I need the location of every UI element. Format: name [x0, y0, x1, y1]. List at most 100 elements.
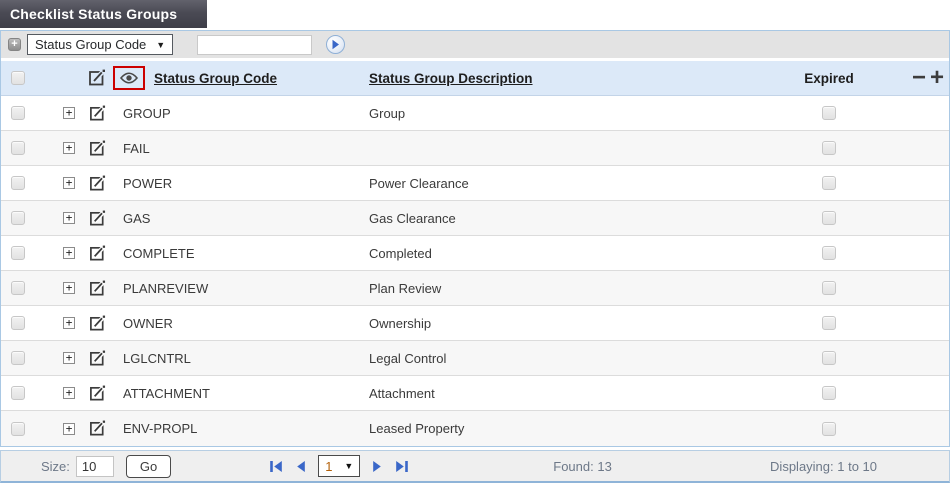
row-select-checkbox[interactable] — [11, 141, 25, 155]
edit-icon[interactable] — [89, 350, 106, 367]
run-search-button[interactable] — [326, 35, 346, 54]
displaying-range: Displaying: 1 to 10 — [770, 458, 877, 474]
first-page-icon[interactable] — [269, 460, 283, 473]
go-button[interactable]: Go — [125, 454, 172, 478]
row-select-checkbox[interactable] — [11, 421, 25, 436]
table-row: + GROUP Group — [1, 96, 949, 131]
add-filter-icon[interactable]: + — [8, 38, 21, 51]
expired-checkbox[interactable] — [822, 316, 836, 330]
expand-row-icon[interactable]: + — [63, 212, 75, 224]
expand-row-icon[interactable]: + — [63, 282, 75, 294]
data-panel: + Status Group Code ▼ Status Group Code … — [0, 30, 950, 447]
edit-icon[interactable] — [89, 140, 106, 157]
edit-icon[interactable] — [89, 385, 106, 402]
eye-highlight-box[interactable] — [113, 66, 145, 90]
row-select-checkbox[interactable] — [11, 211, 25, 225]
expand-row-icon[interactable]: + — [63, 352, 75, 364]
filter-bar: + Status Group Code ▼ — [1, 31, 949, 58]
expired-checkbox[interactable] — [822, 246, 836, 260]
page-select-caret-icon: ▼ — [344, 461, 354, 471]
status-group-description-cell: Gas Clearance — [369, 210, 456, 226]
last-page-icon[interactable] — [395, 460, 409, 473]
status-group-code-cell: ENV-PROPL — [123, 421, 198, 436]
expand-row-icon[interactable]: + — [63, 422, 75, 435]
filter-field-select[interactable]: Status Group Code ▼ — [27, 34, 174, 55]
status-group-code-cell: FAIL — [123, 140, 150, 156]
status-group-code-cell: POWER — [123, 175, 173, 191]
expand-row-icon[interactable]: + — [63, 387, 75, 399]
status-group-description-cell: Completed — [369, 245, 432, 261]
dropdown-caret-icon: ▼ — [156, 39, 166, 50]
expired-checkbox[interactable] — [822, 211, 836, 225]
column-header-expired: Expired — [804, 70, 854, 86]
table-body: + GROUP Group + FAIL + POWER Power Clear… — [1, 96, 949, 446]
expired-checkbox[interactable] — [822, 176, 836, 190]
edit-icon[interactable] — [89, 105, 106, 122]
expired-checkbox[interactable] — [822, 386, 836, 400]
status-group-code-cell: ATTACHMENT — [123, 385, 210, 401]
expired-checkbox[interactable] — [822, 421, 836, 436]
page-size-input[interactable] — [75, 455, 114, 477]
expand-row-icon[interactable]: + — [63, 317, 75, 329]
column-header-status-group-code[interactable]: Status Group Code — [154, 71, 277, 86]
row-select-checkbox[interactable] — [11, 386, 25, 400]
table-row: + OWNER Ownership — [1, 306, 949, 341]
edit-icon[interactable] — [89, 175, 106, 192]
status-group-description-cell: Legal Control — [369, 350, 447, 366]
expand-row-icon[interactable]: + — [63, 247, 75, 259]
status-group-code-cell: LGLCNTRL — [123, 350, 191, 366]
status-group-code-cell: OWNER — [123, 315, 173, 331]
select-all-checkbox[interactable] — [11, 71, 25, 85]
expired-checkbox[interactable] — [822, 106, 836, 120]
row-select-checkbox[interactable] — [11, 246, 25, 260]
expired-checkbox[interactable] — [822, 351, 836, 365]
page-size-label: Size: — [41, 458, 70, 474]
status-group-code-cell: PLANREVIEW — [123, 280, 209, 296]
status-group-description-cell: Attachment — [369, 385, 435, 401]
table-row: + ENV-PROPL Leased Property — [1, 411, 949, 446]
status-group-code-cell: COMPLETE — [123, 245, 195, 261]
row-select-checkbox[interactable] — [11, 316, 25, 330]
edit-icon[interactable] — [89, 210, 106, 227]
expired-checkbox[interactable] — [822, 281, 836, 295]
edit-icon[interactable] — [89, 280, 106, 297]
status-group-description-cell: Leased Property — [369, 421, 465, 436]
page-number-select[interactable]: 1 ▼ — [318, 455, 361, 477]
row-select-checkbox[interactable] — [11, 176, 25, 190]
filter-field-selected: Status Group Code — [35, 37, 147, 52]
row-select-checkbox[interactable] — [11, 351, 25, 365]
edit-icon[interactable] — [88, 69, 106, 87]
status-group-code-cell: GAS — [123, 210, 151, 226]
pager: 1 ▼ — [263, 455, 415, 477]
row-select-checkbox[interactable] — [11, 106, 25, 120]
current-page-number: 1 — [325, 458, 333, 474]
edit-icon[interactable] — [89, 315, 106, 332]
search-input[interactable] — [197, 34, 313, 55]
status-group-code-cell: GROUP — [123, 105, 171, 121]
expired-checkbox[interactable] — [822, 141, 836, 155]
pagination-footer: Size: Go 1 ▼ — [0, 450, 950, 483]
previous-page-icon[interactable] — [295, 460, 306, 473]
table-row: + COMPLETE Completed — [1, 236, 949, 271]
add-column-icon[interactable]: + — [930, 66, 944, 90]
remove-column-icon[interactable]: − — [912, 66, 926, 90]
status-group-description-cell: Plan Review — [369, 280, 442, 296]
table-row: + POWER Power Clearance — [1, 166, 949, 201]
table-row: + LGLCNTRL Legal Control — [1, 341, 949, 376]
next-page-icon[interactable] — [372, 460, 383, 473]
table-row: + GAS Gas Clearance — [1, 201, 949, 236]
page-title: Checklist Status Groups — [0, 0, 207, 28]
table-row: + ATTACHMENT Attachment — [1, 376, 949, 411]
status-group-description-cell: Ownership — [369, 315, 432, 331]
row-select-checkbox[interactable] — [11, 281, 25, 295]
column-header-status-group-description[interactable]: Status Group Description — [369, 71, 533, 86]
expand-row-icon[interactable]: + — [63, 107, 75, 119]
run-search-icon — [332, 39, 340, 50]
edit-icon[interactable] — [89, 420, 106, 437]
eye-icon — [120, 72, 138, 84]
table-header-row: Status Group Code Status Group Descripti… — [1, 61, 949, 96]
expand-row-icon[interactable]: + — [63, 177, 75, 189]
table-row: + PLANREVIEW Plan Review — [1, 271, 949, 306]
edit-icon[interactable] — [89, 245, 106, 262]
expand-row-icon[interactable]: + — [63, 142, 75, 154]
